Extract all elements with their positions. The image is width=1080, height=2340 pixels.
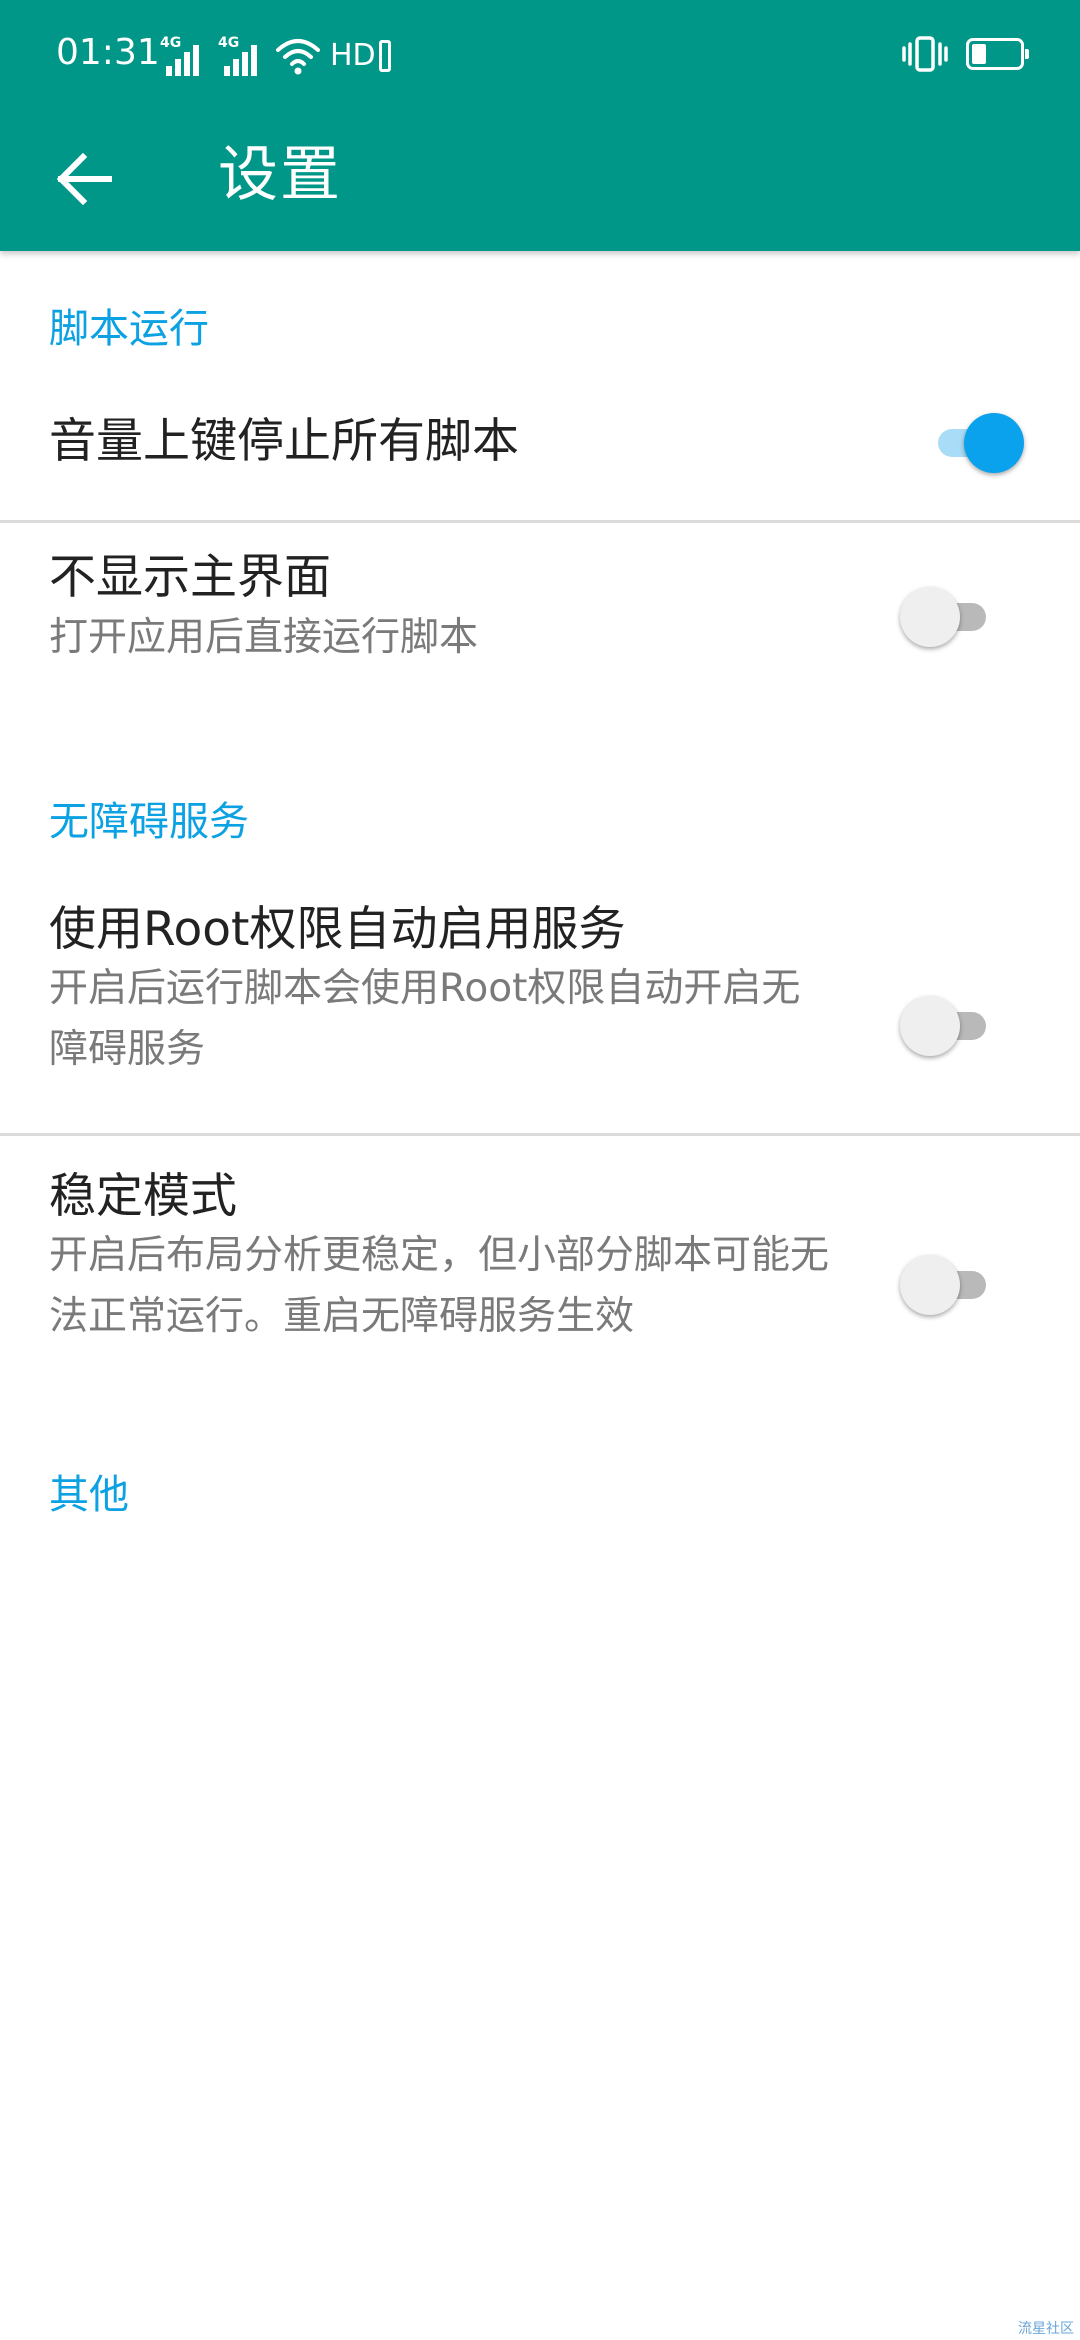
pref-summary: 开启后运行脚本会使用Root权限自动开启无障碍服务 [49, 966, 801, 1072]
pref-summary: 开启后布局分析更稳定，但小部分脚本可能无法正常运行。重启无障碍服务生效 [49, 1233, 830, 1339]
pref-stable-mode[interactable]: 稳定模式 开启后布局分析更稳定，但小部分脚本可能无法正常运行。重启无障碍服务生效 [0, 1136, 1080, 1376]
back-button[interactable] [38, 145, 130, 213]
pref-summary: 打开应用后直接运行脚本 [49, 615, 479, 660]
pref-volume-key-stop[interactable]: 音量上键停止所有脚本 [0, 383, 1080, 510]
pref-title: 不显示主界面 [49, 550, 331, 605]
watermark: 流星社区 [1018, 2321, 1074, 2337]
wifi-icon [276, 39, 320, 75]
volume-key-stop-switch[interactable] [924, 408, 1024, 478]
section-header-accessibility: 无障碍服务 [49, 799, 249, 845]
top-bar: 01:31 4G 4G HD 设置 [0, 0, 1080, 251]
app-bar: 设置 [0, 107, 1080, 251]
status-time: 01:31 [56, 32, 160, 73]
battery-icon [966, 38, 1029, 70]
stable-mode-switch[interactable] [900, 1250, 1000, 1320]
page-title: 设置 [218, 140, 342, 210]
root-auto-enable-switch[interactable] [900, 991, 1000, 1061]
pref-title: 音量上键停止所有脚本 [49, 414, 519, 469]
signal-icon: 4G [160, 36, 208, 76]
pref-title: 使用Root权限自动启用服务 [49, 902, 626, 957]
pref-root-auto-enable[interactable]: 使用Root权限自动启用服务 开启后运行脚本会使用Root权限自动开启无障碍服务 [0, 891, 1080, 1131]
section-header-other: 其他 [49, 1472, 129, 1518]
pref-hide-main-ui[interactable]: 不显示主界面 打开应用后直接运行脚本 [0, 523, 1080, 703]
arrow-back-icon [56, 153, 112, 205]
vibrate-icon [902, 36, 948, 72]
pref-title: 稳定模式 [49, 1169, 237, 1224]
hd-voice-icon: HD [330, 36, 391, 76]
status-bar: 01:31 4G 4G HD [0, 0, 1080, 107]
hide-main-ui-switch[interactable] [900, 582, 1000, 652]
status-icons-right [902, 34, 1029, 74]
section-header-script-run: 脚本运行 [49, 306, 209, 352]
hd-label: HD [330, 38, 376, 73]
status-icons-left: 4G 4G HD [160, 32, 391, 76]
signal-icon: 4G [218, 36, 266, 76]
